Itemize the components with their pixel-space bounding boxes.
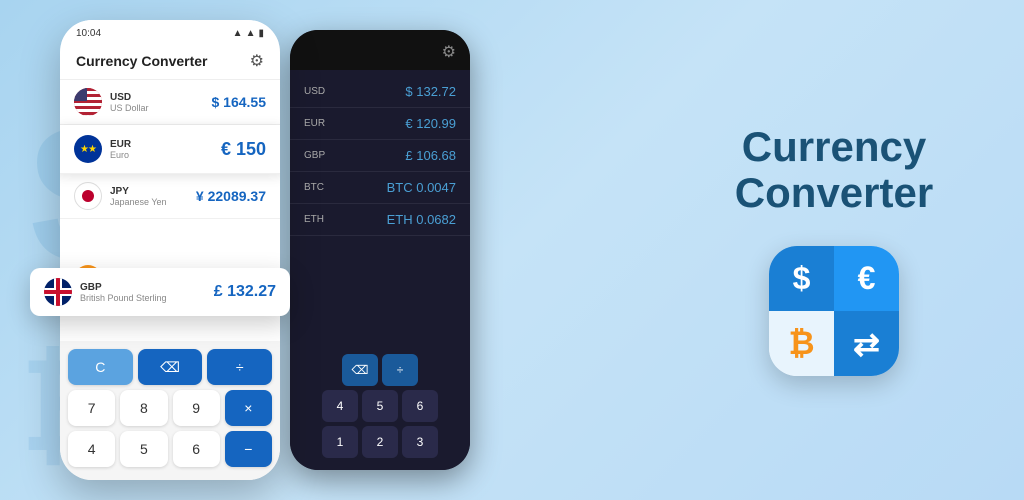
usd-info: USD US Dollar (110, 92, 212, 113)
usd-name: US Dollar (110, 103, 212, 113)
calc-minus[interactable]: − (225, 431, 272, 467)
dark-row-4: BTC BTC 0.0047 (290, 172, 470, 204)
dark-calc-row-3: 1 2 3 (298, 426, 462, 458)
app-header: Currency Converter ⚙ (60, 43, 280, 80)
dark-label-5: ETH (304, 214, 324, 225)
dark-row-2: EUR € 120.99 (290, 108, 470, 140)
phone-back: ⚙ USD $ 132.72 EUR € 120.99 GBP £ 106.68… (290, 30, 470, 470)
dark-label-3: GBP (304, 150, 325, 161)
gear-icon-front[interactable]: ⚙ (250, 51, 264, 71)
calc-6[interactable]: 6 (173, 431, 220, 467)
calc-row-2: 7 8 9 × (68, 390, 272, 426)
eur-name: Euro (110, 150, 221, 160)
calc-7[interactable]: 7 (68, 390, 115, 426)
calc-4[interactable]: 4 (68, 431, 115, 467)
calc-5[interactable]: 5 (120, 431, 167, 467)
phone-back-content: USD $ 132.72 EUR € 120.99 GBP £ 106.68 B… (290, 70, 470, 242)
calc-clear[interactable]: C (68, 349, 133, 385)
battery-icon: ▮ (258, 28, 264, 39)
calc-row-3: 4 5 6 − (68, 431, 272, 467)
bitcoin-symbol: ₿ (788, 325, 814, 362)
calc-multiply[interactable]: × (225, 390, 272, 426)
calculator: C ⌫ ÷ 7 8 9 × 4 5 6 − (60, 341, 280, 480)
currency-row-eur[interactable]: ★★ EUR Euro € 150 (60, 125, 280, 174)
icon-arrows: ⇄ (834, 311, 899, 376)
jpy-info: JPY Japanese Yen (110, 186, 196, 207)
gbp-amount: £ 132.27 (214, 283, 276, 301)
dark-calc-2[interactable]: 2 (362, 426, 398, 458)
icon-euro: € (834, 246, 899, 311)
eur-code: EUR (110, 139, 221, 150)
calc-backspace[interactable]: ⌫ (138, 349, 203, 385)
app-icon: $ € ₿ ⇄ (769, 246, 899, 376)
calc-divide[interactable]: ÷ (207, 349, 272, 385)
app-header-title: Currency Converter (76, 53, 208, 69)
status-time: 10:04 (76, 28, 101, 39)
signal-icon: ▲ (233, 28, 243, 39)
usd-amount: $ 164.55 (212, 94, 267, 110)
dark-calc-5[interactable]: 5 (362, 390, 398, 422)
dark-row-5: ETH ETH 0.0682 (290, 204, 470, 236)
dark-label-4: BTC (304, 182, 324, 193)
right-area: Currency Converter $ € ₿ ⇄ (644, 0, 1024, 500)
eur-info: EUR Euro (110, 139, 221, 160)
dark-calc-1[interactable]: 1 (322, 426, 358, 458)
phone-front: 10:04 ▲ ▲ ▮ Currency Converter ⚙ USD (60, 20, 280, 480)
jp-flag (74, 182, 102, 210)
dark-amount-1: $ 132.72 (405, 84, 456, 99)
dark-amount-4: BTC 0.0047 (387, 180, 456, 195)
gbp-code: GBP (80, 282, 214, 293)
main-container: ⚙ USD $ 132.72 EUR € 120.99 GBP £ 106.68… (0, 0, 1024, 500)
icon-dollar: $ (769, 246, 834, 311)
dark-label-1: USD (304, 86, 325, 97)
dark-calc-backspace[interactable]: ⌫ (342, 354, 378, 386)
gbp-popup-card[interactable]: GBP British Pound Sterling £ 132.27 (30, 268, 290, 316)
icon-bitcoin: ₿ (769, 311, 834, 376)
jpy-code: JPY (110, 186, 196, 197)
dark-amount-5: ETH 0.0682 (387, 212, 456, 227)
status-icons: ▲ ▲ ▮ (233, 28, 264, 39)
wifi-icon: ▲ (246, 28, 256, 39)
dark-amount-2: € 120.99 (405, 116, 456, 131)
title-line2: Converter (735, 169, 933, 216)
dark-label-2: EUR (304, 118, 325, 129)
usd-code: USD (110, 92, 212, 103)
status-bar: 10:04 ▲ ▲ ▮ (60, 20, 280, 43)
dark-amount-3: £ 106.68 (405, 148, 456, 163)
phones-area: ⚙ USD $ 132.72 EUR € 120.99 GBP £ 106.68… (0, 0, 644, 500)
dark-row-1: USD $ 132.72 (290, 76, 470, 108)
phone-back-header: ⚙ (290, 30, 470, 70)
dark-calc-divide[interactable]: ÷ (382, 354, 418, 386)
currency-row-usd[interactable]: USD US Dollar $ 164.55 (60, 80, 280, 125)
jpy-amount: ¥ 22089.37 (196, 188, 266, 204)
app-title: Currency Converter (735, 124, 933, 216)
euro-symbol: € (858, 260, 876, 297)
dark-calc-3[interactable]: 3 (402, 426, 438, 458)
calc-row-1: C ⌫ ÷ (68, 349, 272, 385)
arrows-symbol: ⇄ (853, 325, 880, 363)
gbp-name: British Pound Sterling (80, 293, 214, 303)
jpy-name: Japanese Yen (110, 197, 196, 207)
gear-icon-dark: ⚙ (442, 42, 456, 62)
dark-calc-6[interactable]: 6 (402, 390, 438, 422)
calc-9[interactable]: 9 (173, 390, 220, 426)
us-flag (74, 88, 102, 116)
dark-calc-row-2: 4 5 6 (298, 390, 462, 422)
gb-flag (44, 278, 72, 306)
dark-row-3: GBP £ 106.68 (290, 140, 470, 172)
title-line1: Currency (742, 123, 926, 170)
phone-back-calc: ⌫ ÷ 4 5 6 1 2 3 (290, 346, 470, 470)
eur-amount: € 150 (221, 139, 266, 160)
calc-8[interactable]: 8 (120, 390, 167, 426)
currency-row-jpy[interactable]: JPY Japanese Yen ¥ 22089.37 (60, 174, 280, 219)
dark-calc-4[interactable]: 4 (322, 390, 358, 422)
dark-calc-row-1: ⌫ ÷ (298, 354, 462, 386)
dollar-symbol: $ (793, 260, 811, 297)
gbp-info: GBP British Pound Sterling (80, 282, 214, 303)
eu-flag: ★★ (74, 135, 102, 163)
